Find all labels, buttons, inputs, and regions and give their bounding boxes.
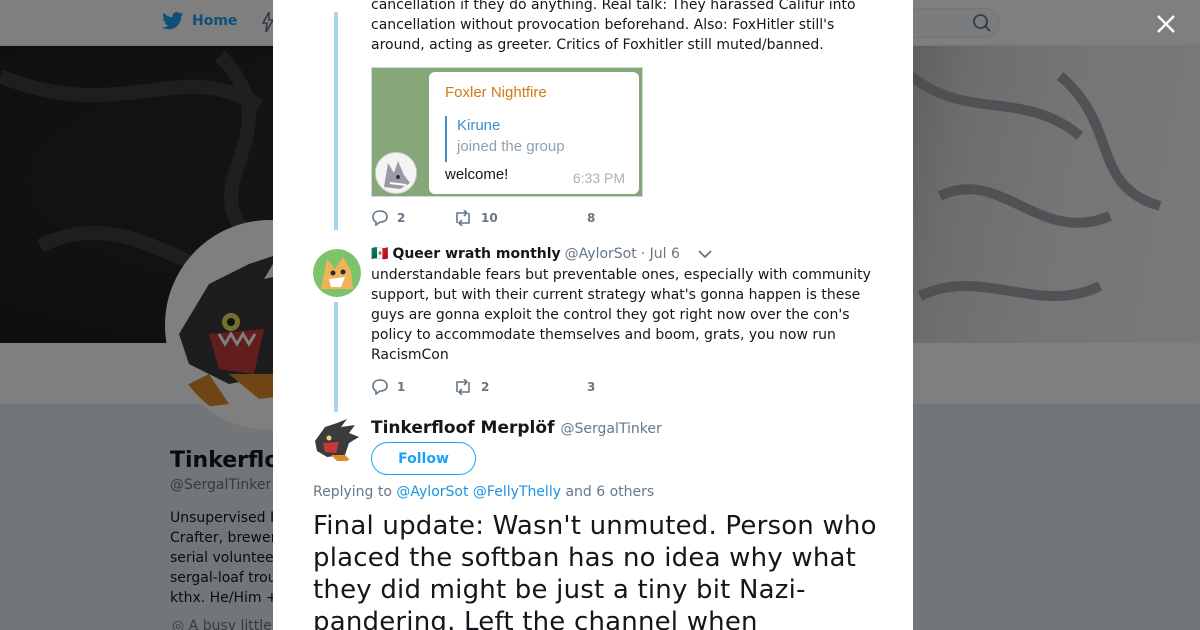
retweet-button[interactable]: 2 — [453, 379, 561, 395]
reply-author-name[interactable]: Queer wrath monthly — [392, 246, 560, 262]
chat-sender: Foxler Nightfire — [445, 84, 547, 101]
retweet-count: 10 — [481, 211, 498, 225]
reply-count: 1 — [397, 380, 406, 394]
main-author[interactable]: Tinkerfloof Merplöf @SergalTinker — [371, 418, 662, 438]
replying-others-link[interactable]: and 6 others — [565, 484, 654, 500]
chat-quote-text: joined the group — [457, 138, 565, 155]
retweet-button[interactable]: 10 — [453, 210, 561, 226]
main-author-name[interactable]: Tinkerfloof Merplöf — [371, 418, 554, 438]
chevron-down-icon[interactable] — [698, 249, 712, 259]
tweet-actions: 2 10 8 — [371, 210, 607, 226]
replying-user-link[interactable]: @AylorSot — [396, 484, 468, 500]
like-button[interactable]: 3 — [561, 379, 607, 395]
telegram-screenshot[interactable]: Foxler Nightfire Kirune joined the group… — [371, 67, 643, 197]
thread-line — [334, 302, 338, 412]
retweet-icon — [456, 379, 470, 395]
like-count: 3 — [587, 380, 596, 394]
chat-quote-name: Kirune — [457, 117, 501, 134]
reply-author-handle[interactable]: @AylorSot — [565, 246, 637, 262]
retweet-icon — [456, 210, 470, 226]
reply-actions: 1 2 3 — [371, 379, 607, 395]
main-author-handle[interactable]: @SergalTinker — [560, 421, 661, 437]
reply-header: 🇲🇽 Queer wrath monthly @AylorSot · Jul 6 — [371, 246, 712, 262]
like-button[interactable]: 8 — [561, 210, 607, 226]
reply-icon — [372, 379, 388, 395]
reply-avatar[interactable] — [313, 249, 361, 297]
chat-quote: Kirune joined the group — [445, 116, 625, 162]
reply-date[interactable]: · Jul 6 — [641, 246, 680, 262]
reply-button[interactable]: 1 — [371, 379, 453, 395]
replying-to: Replying to @AylorSot @FellyThelly and 6… — [313, 484, 654, 500]
chat-bubble: Foxler Nightfire Kirune joined the group… — [429, 72, 639, 194]
heart-icon — [561, 379, 579, 395]
follow-button[interactable]: Follow — [371, 442, 476, 475]
retweet-count: 2 — [481, 380, 490, 394]
chat-time: 6:33 PM — [572, 170, 625, 186]
replying-prefix: Replying to — [313, 484, 392, 500]
main-author-avatar[interactable] — [313, 415, 361, 463]
reply-button[interactable]: 2 — [371, 210, 453, 226]
like-count: 8 — [587, 211, 596, 225]
reply-text: understandable fears but preventable one… — [371, 267, 871, 363]
reply-icon — [372, 210, 388, 226]
previous-tweet-text: cancellation if they do anything. Real t… — [371, 0, 856, 53]
tweet-thread-modal: cancellation if they do anything. Real t… — [273, 0, 913, 630]
chat-avatar — [375, 152, 417, 194]
main-tweet-text: Final update: Wasn't unmuted. Person who… — [313, 511, 877, 630]
heart-icon — [561, 210, 579, 226]
flag-icon: 🇲🇽 — [371, 246, 389, 262]
replying-user-link[interactable]: @FellyThelly — [473, 484, 561, 500]
thread-line — [334, 12, 338, 230]
reply-count: 2 — [397, 211, 406, 225]
chat-message: welcome! — [445, 166, 509, 183]
close-icon[interactable] — [1152, 10, 1180, 38]
